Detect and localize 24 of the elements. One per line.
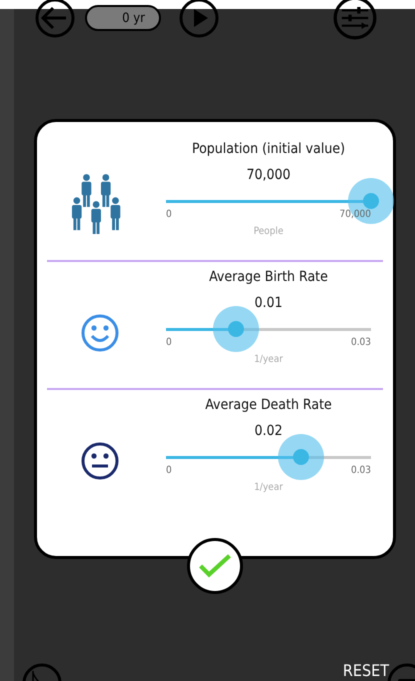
slider-max-label: 0.03: [350, 337, 371, 348]
slider-thumb[interactable]: [212, 306, 259, 352]
parameter-value: 70,000: [246, 167, 291, 183]
parameter-title: Average Birth Rate: [209, 269, 328, 285]
slider-min-label: 0: [166, 337, 172, 348]
parameter-title: Average Death Rate: [205, 397, 332, 413]
slider-min-label: 0: [166, 209, 172, 220]
parameter-value: 0.02: [254, 423, 283, 439]
play-icon[interactable]: [179, 0, 219, 38]
reset-button[interactable]: RESET: [340, 661, 391, 680]
settings-icon[interactable]: [333, 0, 377, 40]
back-icon[interactable]: [35, 0, 75, 38]
unit-label: People: [254, 226, 284, 237]
unit-label: 1/year: [254, 482, 283, 493]
unit-label: 1/year: [254, 354, 283, 365]
check-icon: [198, 553, 232, 579]
time-display: 0 yr: [85, 5, 161, 31]
slider-max-label: 0.03: [350, 465, 371, 476]
neutral-face-icon: [80, 441, 120, 481]
slider-thumb[interactable]: [278, 434, 324, 480]
smiley-icon: [80, 313, 120, 353]
slider-min-label: 0: [166, 465, 172, 476]
parameter-value: 0.01: [254, 295, 283, 311]
parameter-title: Population (initial value): [192, 141, 345, 157]
